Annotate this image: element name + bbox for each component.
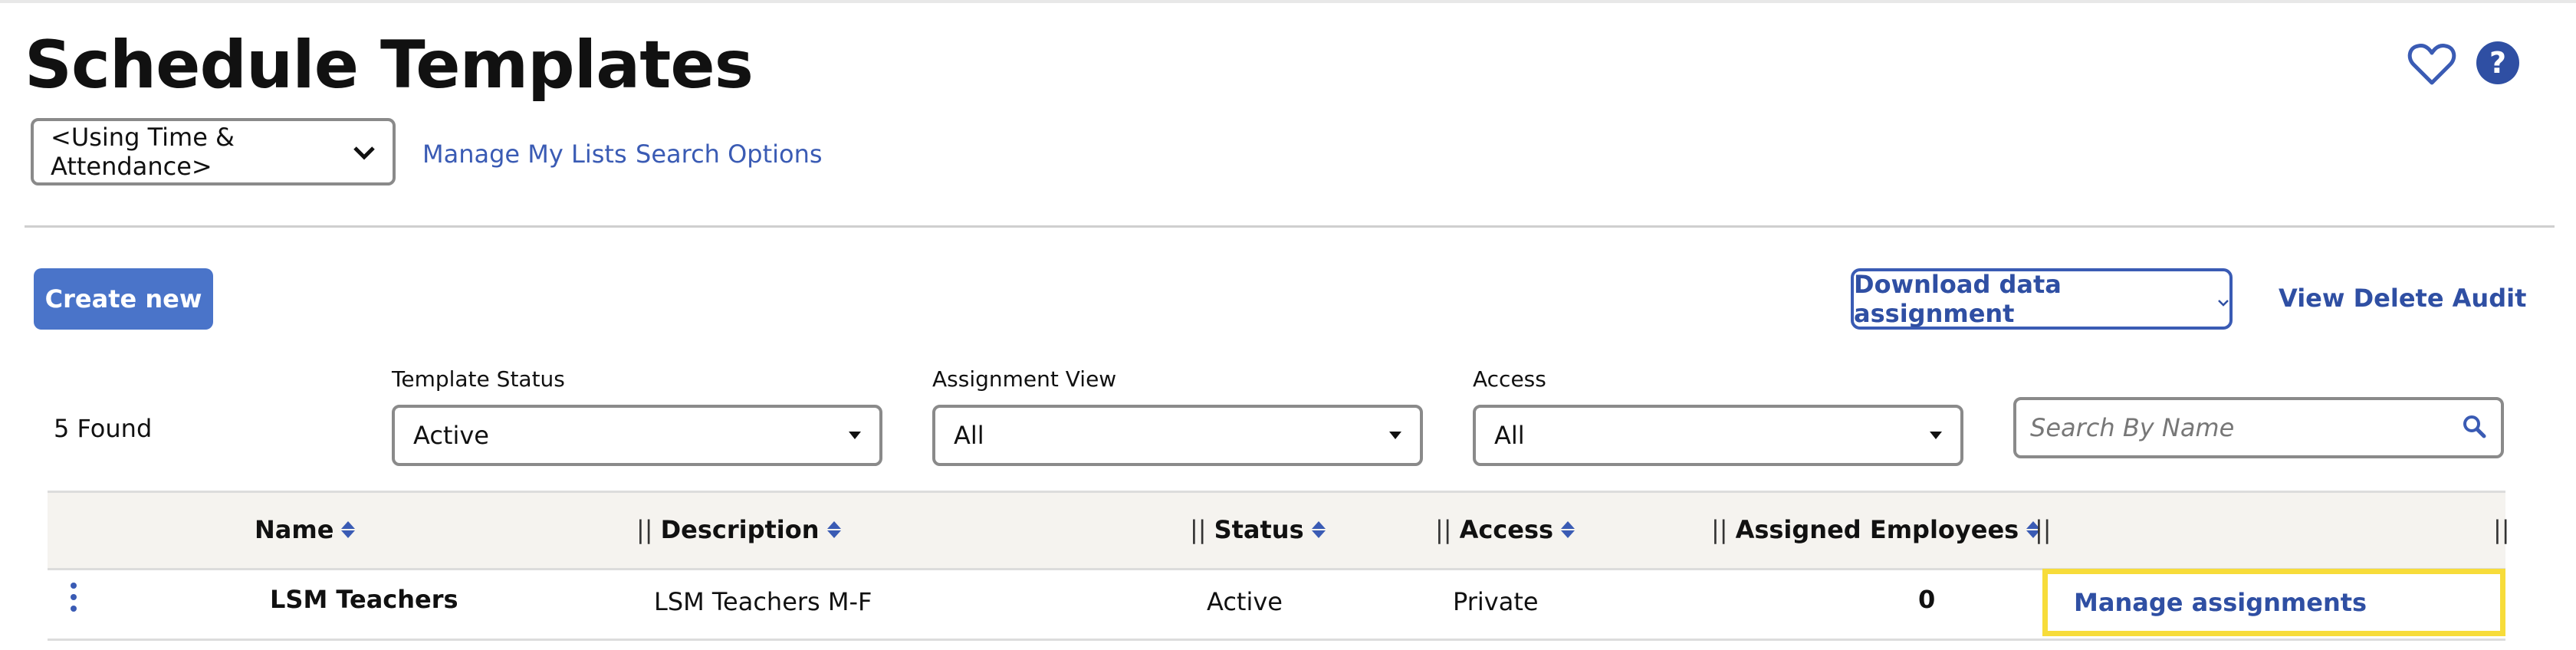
divider (25, 225, 2555, 228)
column-description-label: Description (660, 515, 820, 544)
assigned-employees-count[interactable]: 0 (1918, 585, 1935, 614)
top-border (0, 0, 2576, 3)
template-status-label: Template Status (392, 366, 565, 392)
template-status-select[interactable]: Active (392, 405, 882, 466)
column-assigned-label: Assigned Employees (1735, 515, 2019, 544)
assignment-view-label: Assignment View (932, 366, 1117, 392)
manage-my-lists-link[interactable]: Manage My Lists (422, 140, 627, 169)
access-select[interactable]: All (1473, 405, 1963, 466)
assignment-view-select[interactable]: All (932, 405, 1423, 466)
column-resize-handle[interactable]: || (636, 515, 653, 544)
column-header-end[interactable]: || (2493, 515, 2510, 544)
access-label: Access (1473, 366, 1546, 392)
column-header-status[interactable]: || Status (1190, 515, 1326, 544)
view-delete-audit-link[interactable]: View Delete Audit (2279, 284, 2526, 313)
list-select-value: <Using Time & Attendance> (51, 123, 235, 181)
column-name-label: Name (255, 515, 334, 544)
sort-icon[interactable] (1311, 521, 1326, 538)
column-header-name[interactable]: Name (255, 515, 356, 544)
page-title: Schedule Templates (25, 27, 754, 103)
caret-down-icon (1389, 432, 1401, 439)
template-description: LSM Teachers M-F (654, 587, 872, 616)
svg-text:?: ? (2489, 46, 2506, 80)
column-header-access[interactable]: || Access (1435, 515, 1576, 544)
chevron-down-icon (353, 137, 376, 166)
column-resize-handle[interactable]: || (2493, 515, 2510, 544)
column-header-actions[interactable]: || (2035, 515, 2052, 544)
download-data-assignment-button[interactable]: Download data assignment (1851, 268, 2233, 330)
assignment-view-value: All (954, 421, 984, 450)
column-header-description[interactable]: || Description (636, 515, 841, 544)
kebab-menu-icon[interactable] (71, 583, 77, 612)
download-data-assignment-label: Download data assignment (1854, 270, 2062, 328)
search-input[interactable] (2029, 412, 2461, 443)
template-status-value: Active (413, 421, 489, 450)
column-access-label: Access (1459, 515, 1554, 544)
search-box[interactable] (2013, 397, 2504, 458)
create-new-button[interactable]: Create new (34, 268, 213, 330)
list-select[interactable]: <Using Time & Attendance> (31, 118, 396, 185)
search-icon[interactable] (2461, 413, 2487, 442)
column-resize-handle[interactable]: || (1190, 515, 1207, 544)
column-resize-handle[interactable]: || (2035, 515, 2052, 544)
column-resize-handle[interactable]: || (1435, 515, 1452, 544)
sort-icon[interactable] (1561, 521, 1576, 538)
caret-down-icon (1930, 432, 1942, 439)
results-count: 5 Found (54, 414, 153, 443)
column-header-assigned-employees[interactable]: || Assigned Employees (1711, 515, 2041, 544)
template-status: Active (1207, 587, 1283, 616)
search-options-link[interactable]: Search Options (636, 140, 823, 169)
access-value: All (1494, 421, 1525, 450)
manage-assignments-link[interactable]: Manage assignments (2042, 569, 2505, 636)
column-status-label: Status (1214, 515, 1304, 544)
chevron-down-icon (2217, 284, 2229, 314)
template-access: Private (1453, 587, 1539, 616)
help-icon[interactable]: ? (2475, 40, 2524, 89)
column-resize-handle[interactable]: || (1711, 515, 1728, 544)
template-name-link[interactable]: LSM Teachers (270, 585, 458, 614)
sort-icon[interactable] (826, 521, 841, 538)
heart-icon[interactable] (2407, 40, 2456, 89)
sort-icon[interactable] (341, 521, 356, 538)
caret-down-icon (849, 432, 861, 439)
